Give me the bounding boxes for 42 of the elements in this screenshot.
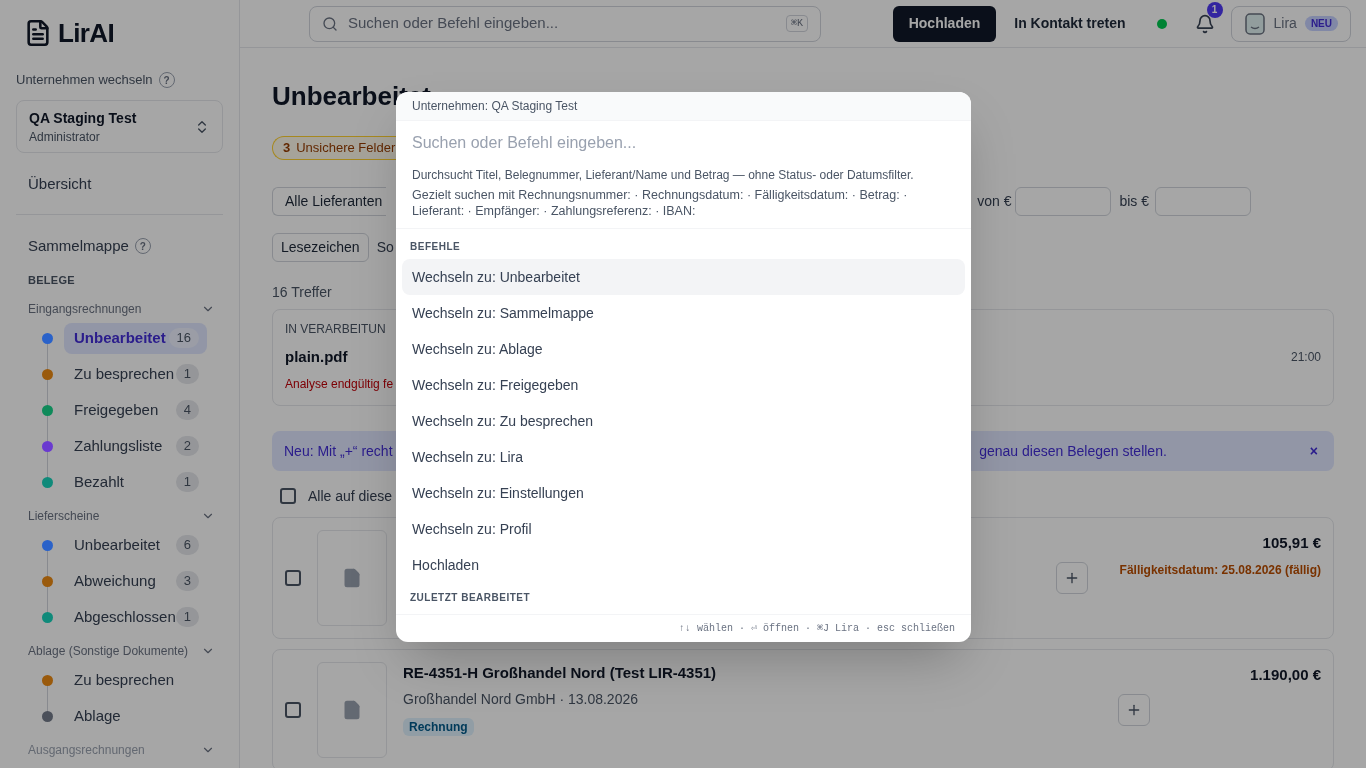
document-type-tag: Rechnung <box>403 717 474 736</box>
document-title: RE-4351-H Großhandel Nord (Test LIR-4351) <box>403 663 718 683</box>
section-heading: BEFEHLE <box>409 241 462 253</box>
company-name: QA Staging Test <box>29 108 137 128</box>
file-name: plain.pdf <box>285 347 348 367</box>
keyboard-hints: ↑↓ wählen · ⏎ öffnen · ⌘J Lira · esc schließen <box>678 622 955 635</box>
select-all-label: Alle auf diese <box>308 486 393 506</box>
notification-badge: 1 <box>1206 1 1223 18</box>
count-badge: 4 <box>175 400 199 420</box>
group-heading: Ausgangsrechnungen <box>28 742 145 758</box>
error-message: Analyse endgültig fe <box>285 375 394 393</box>
due-date: Fälligkeitsdatum: 25.08.2026 (fällig) <box>1119 561 1321 579</box>
group-heading: Lieferscheine <box>28 508 100 524</box>
company-role: Administrator <box>29 128 101 146</box>
document-meta: Großhandel Nord GmbH · 13.08.2026 <box>403 689 639 709</box>
shortcut-key: ⌘K <box>785 15 808 32</box>
logo: LirAI <box>58 19 114 47</box>
new-badge: NEU <box>1304 16 1338 31</box>
result-count: 16 Treffer <box>272 283 332 302</box>
document-amount: 105,91 € <box>1262 533 1321 553</box>
count-badge: 16 <box>168 328 199 348</box>
count-badge: 1 <box>175 364 199 384</box>
search-syntax-hint: Gezielt suchen mit Rechnungsnummer: · Rechnungsdatum: · Fälligkeitsdatum: · Betrag: · Lieferant: · Empfänger: · Zahlungsreferenz: · IBAN: <box>412 187 909 219</box>
time-label: 21:00 <box>1290 349 1321 367</box>
to-label: bis € <box>1119 192 1149 211</box>
company-switch-label: Unternehmen wechseln <box>16 72 153 88</box>
group-heading: Eingangsrechnungen <box>28 301 142 317</box>
count-badge: 3 <box>175 571 199 591</box>
count-badge: 1 <box>175 607 199 627</box>
section-heading: ZULETZT BEARBEITET <box>409 592 532 604</box>
count-badge: 2 <box>175 436 199 456</box>
filter-label: So <box>376 238 394 257</box>
status-label: IN VERARBEITUN <box>285 321 386 338</box>
count-badge: 1 <box>175 472 199 492</box>
from-label: von € <box>977 192 1012 211</box>
section-heading: BELEGE <box>27 273 75 287</box>
banner-text: Neu: Mit „+“ recht <box>284 441 393 461</box>
search-hint: Durchsucht Titel, Belegnummer, Lieferant/Name und Betrag — ohne Status- oder Datumsfilter. <box>412 167 915 183</box>
count-badge: 6 <box>175 535 199 555</box>
banner-text: genau diesen Belegen stellen. <box>979 441 1167 461</box>
document-amount: 1.190,00 € <box>1250 665 1321 685</box>
group-heading: Ablage (Sonstige Dokumente) <box>28 643 189 659</box>
